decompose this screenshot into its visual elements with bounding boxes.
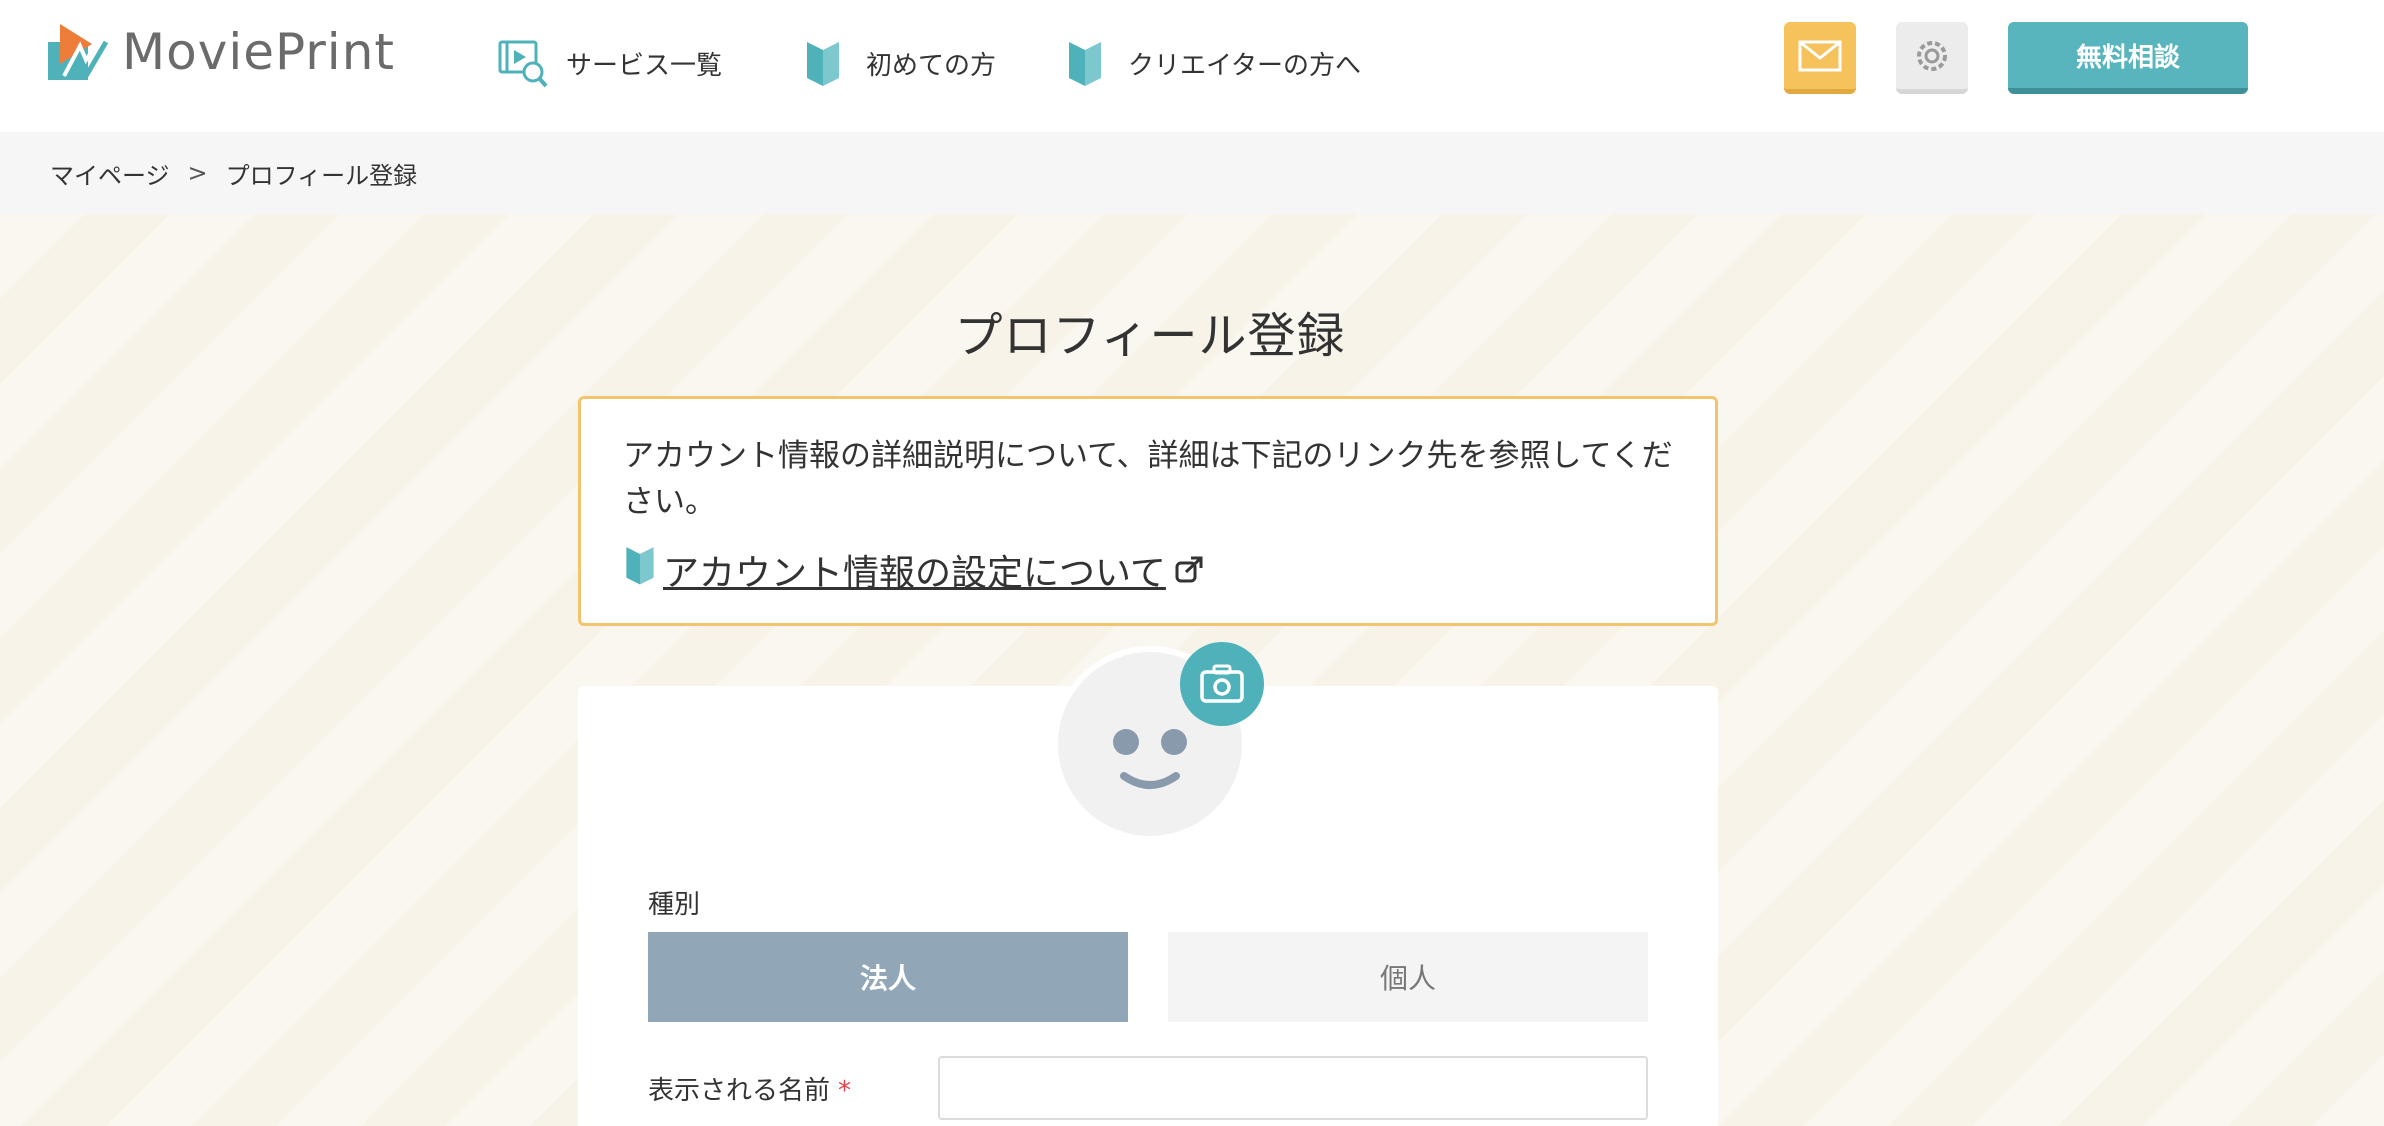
mail-icon <box>1798 40 1842 71</box>
free-consultation-button[interactable]: 無料相談 <box>2008 22 2248 94</box>
beginner-mark-icon <box>1058 36 1112 90</box>
beginner-mark-icon <box>623 543 657 596</box>
breadcrumb-current: プロフィール登録 <box>225 161 418 190</box>
camera-icon <box>1200 664 1244 703</box>
nav-creators[interactable]: クリエイターの方へ <box>1058 36 1361 90</box>
settings-button[interactable] <box>1896 22 1968 94</box>
gear-icon <box>1917 40 1947 71</box>
nav-service-list-label: サービス一覧 <box>566 50 723 81</box>
nav-creators-label: クリエイターの方へ <box>1128 50 1361 81</box>
type-label: 種別 <box>648 890 701 920</box>
logo-text: MoviePrint <box>122 23 395 81</box>
nav-service-list[interactable]: サービス一覧 <box>496 36 722 90</box>
breadcrumb-mypage[interactable]: マイページ <box>50 156 170 191</box>
type-option-individual[interactable]: 個人 <box>1168 932 1648 1022</box>
info-text: アカウント情報の詳細説明について、詳細は下記のリンク先を参照してください。 <box>623 438 1673 520</box>
required-mark: * <box>838 1076 852 1106</box>
page-title: プロフィール登録 <box>954 308 1346 364</box>
logo-icon <box>48 24 109 80</box>
breadcrumb-separator: > <box>187 159 208 187</box>
display-name-label-text: 表示される名前 <box>648 1076 831 1106</box>
type-option-corporate[interactable]: 法人 <box>648 932 1128 1022</box>
video-search-icon <box>496 36 550 90</box>
nav-beginners-label: 初めての方 <box>866 50 997 81</box>
site-header: MoviePrint サービス一覧 初めての方 クリエイターの方へ 無料相談 <box>0 0 2384 132</box>
account-settings-link[interactable]: アカウント情報の設定について <box>623 543 1673 596</box>
account-settings-link-label: アカウント情報の設定について <box>663 552 1166 594</box>
breadcrumb: マイページ > プロフィール登録 <box>0 132 2384 214</box>
display-name-input[interactable] <box>938 1056 1648 1120</box>
info-box: アカウント情報の詳細説明について、詳細は下記のリンク先を参照してください。 アカ… <box>578 396 1718 626</box>
logo[interactable]: MoviePrint <box>46 20 395 84</box>
beginner-mark-icon <box>796 36 850 90</box>
external-link-icon <box>1174 555 1204 585</box>
display-name-label: 表示される名前 * <box>648 1070 851 1107</box>
nav-beginners[interactable]: 初めての方 <box>796 36 996 90</box>
upload-photo-button[interactable] <box>1180 642 1264 726</box>
mail-button[interactable] <box>1784 22 1856 94</box>
